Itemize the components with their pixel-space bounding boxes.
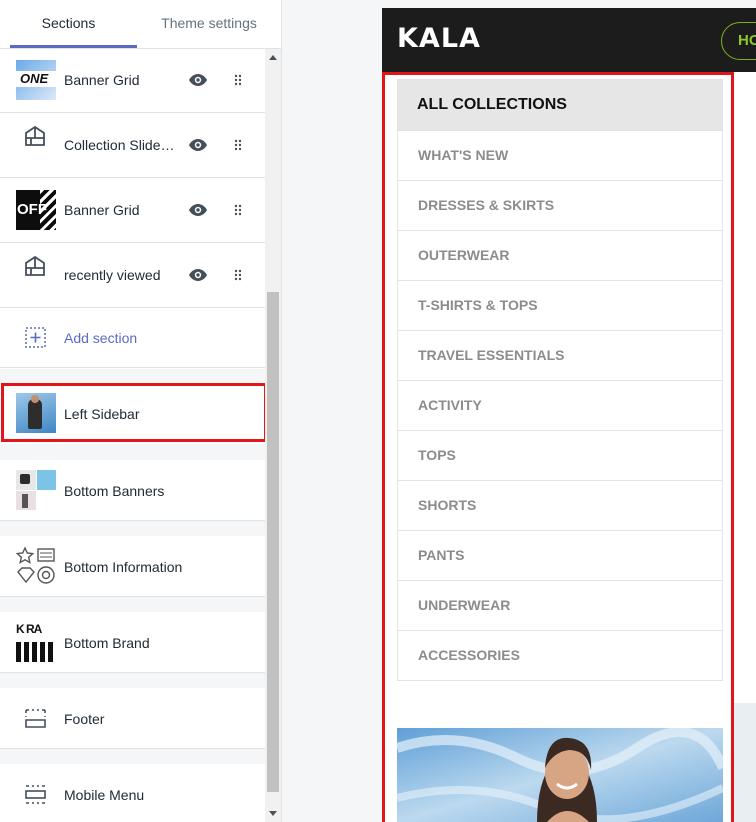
- collection-link[interactable]: TOPS: [398, 430, 722, 480]
- add-section-button[interactable]: Add section: [0, 308, 265, 368]
- section-item-footer[interactable]: Footer: [0, 688, 265, 749]
- add-section-label: Add section: [64, 330, 138, 346]
- section-item-banner-grid[interactable]: OFF Banner Grid: [0, 178, 265, 243]
- tab-theme-settings[interactable]: Theme settings: [137, 0, 281, 49]
- banner-grid-thumbnail: ONE: [16, 60, 56, 100]
- section-label: Mobile Menu: [64, 787, 145, 803]
- model-photo: [397, 728, 723, 822]
- eye-icon[interactable]: [189, 74, 207, 86]
- add-section-icon: [25, 327, 46, 348]
- collection-link[interactable]: OUTERWEAR: [398, 230, 722, 280]
- drag-handle-icon[interactable]: [233, 139, 243, 151]
- section-group-divider: [0, 369, 265, 383]
- scroll-down-arrow-icon[interactable]: [269, 811, 277, 816]
- section-template-icon: [25, 125, 45, 146]
- drag-handle-icon[interactable]: [233, 269, 243, 281]
- section-item-recently-viewed[interactable]: recently viewed: [0, 243, 265, 308]
- section-item-collection-slider[interactable]: Collection Slider...: [0, 113, 265, 178]
- thumbnail-text: K RA: [16, 622, 42, 636]
- section-label: Left Sidebar: [64, 406, 140, 422]
- collection-link[interactable]: ACTIVITY: [398, 380, 722, 430]
- collection-link[interactable]: WHAT'S NEW: [398, 130, 722, 180]
- section-group-divider: [0, 673, 265, 688]
- panel-tabs: Sections Theme settings: [0, 0, 282, 49]
- collections-menu: ALL COLLECTIONS WHAT'S NEW DRESSES & SKI…: [397, 79, 723, 681]
- section-label: Bottom Banners: [64, 483, 165, 499]
- collection-link[interactable]: DRESSES & SKIRTS: [398, 180, 722, 230]
- collection-link[interactable]: TRAVEL ESSENTIALS: [398, 330, 722, 380]
- mobile-menu-icon: [25, 785, 46, 804]
- section-group-divider: [0, 521, 265, 536]
- section-item-banner-grid[interactable]: ONE Banner Grid: [0, 49, 265, 113]
- bottom-brand-thumbnail: K RA: [16, 622, 56, 662]
- collection-link[interactable]: SHORTS: [398, 480, 722, 530]
- active-tab-indicator: [10, 45, 137, 48]
- section-group-divider: [0, 444, 265, 460]
- eye-icon[interactable]: [189, 269, 207, 281]
- section-item-bottom-brand[interactable]: K RA Bottom Brand: [0, 612, 265, 673]
- footer-icon: [25, 709, 46, 728]
- theme-editor-panel: Sections Theme settings ONE Banner Grid: [0, 0, 282, 822]
- tab-sections[interactable]: Sections: [0, 0, 137, 49]
- preview-background-strip: [734, 703, 756, 822]
- store-logo[interactable]: KALA: [397, 23, 481, 54]
- section-label: Banner Grid: [64, 72, 140, 88]
- scroll-up-arrow-icon[interactable]: [269, 55, 277, 60]
- sidebar-banner-image[interactable]: [397, 728, 723, 822]
- thumbnail-text: ONE: [20, 71, 49, 86]
- left-sidebar-thumbnail: [16, 393, 56, 433]
- collection-link[interactable]: UNDERWEAR: [398, 580, 722, 630]
- collections-title: ALL COLLECTIONS: [398, 80, 722, 130]
- section-item-left-sidebar[interactable]: Left Sidebar: [1, 383, 267, 442]
- sections-scrollbar[interactable]: [265, 49, 281, 822]
- store-header: KALA HO: [382, 8, 756, 72]
- thumbnail-text: OFF: [17, 201, 47, 218]
- eye-icon[interactable]: [189, 139, 207, 151]
- section-group-divider: [0, 749, 265, 764]
- section-label: Bottom Information: [64, 559, 183, 575]
- home-nav-label: HO: [738, 32, 756, 49]
- section-group-divider: [0, 597, 265, 612]
- section-template-icon: [25, 255, 45, 276]
- section-label: Collection Slider...: [64, 137, 176, 153]
- section-label: recently viewed: [64, 267, 161, 283]
- section-item-bottom-information[interactable]: Bottom Information: [0, 536, 265, 597]
- drag-handle-icon[interactable]: [233, 204, 243, 216]
- eye-icon[interactable]: [189, 204, 207, 216]
- section-item-mobile-menu[interactable]: Mobile Menu: [0, 764, 265, 822]
- drag-handle-icon[interactable]: [233, 74, 243, 86]
- banner-grid-thumbnail: OFF: [16, 190, 56, 230]
- section-label: Banner Grid: [64, 202, 140, 218]
- collection-link[interactable]: PANTS: [398, 530, 722, 580]
- collection-link[interactable]: ACCESSORIES: [398, 630, 722, 680]
- bottom-information-thumbnail: [16, 546, 55, 584]
- scrollbar-thumb[interactable]: [267, 292, 279, 792]
- bottom-banners-thumbnail: [16, 470, 56, 510]
- store-preview: KALA HO ALL COLLECTIONS WHAT'S NEW DRESS…: [382, 8, 756, 822]
- section-label: Footer: [64, 711, 105, 727]
- section-label: Bottom Brand: [64, 635, 150, 651]
- section-item-bottom-banners[interactable]: Bottom Banners: [0, 460, 265, 521]
- home-nav-button[interactable]: HO: [721, 22, 756, 60]
- collection-link[interactable]: T-SHIRTS & TOPS: [398, 280, 722, 330]
